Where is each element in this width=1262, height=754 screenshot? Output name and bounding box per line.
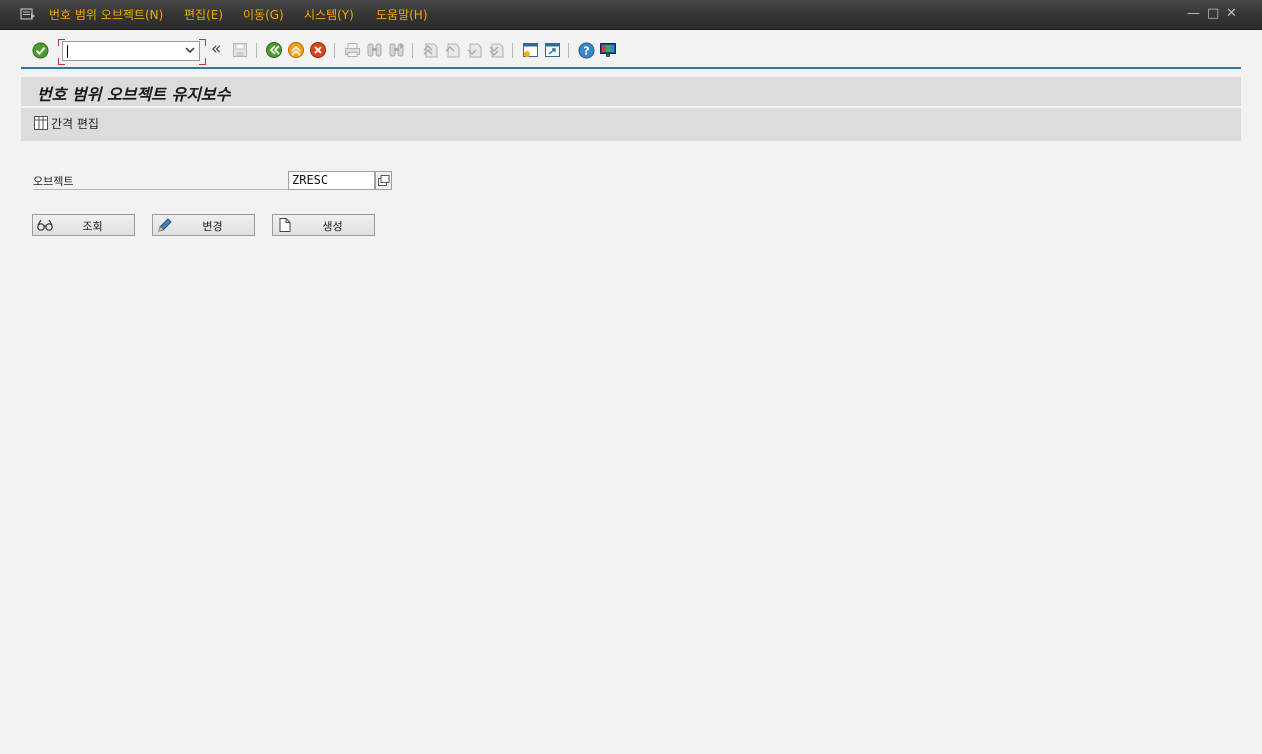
value-help-icon [378, 175, 390, 186]
focus-corner [58, 39, 65, 46]
exit-icon[interactable] [286, 40, 306, 60]
change-button-label: 변경 [202, 220, 223, 233]
focus-corner [199, 58, 206, 65]
text-caret [67, 45, 68, 58]
enter-icon[interactable] [30, 40, 50, 60]
system-menu-icon[interactable] [20, 7, 36, 21]
interval-edit-label: 간격 편집 [51, 116, 99, 131]
value-help-button[interactable] [375, 171, 392, 190]
collapse-command-field-button[interactable]: « [211, 39, 221, 59]
menu-goto[interactable]: 이동(G) [243, 6, 284, 23]
minimize-button[interactable]: — [1187, 6, 1200, 21]
layout-menu-icon[interactable] [598, 40, 618, 60]
print-icon[interactable] [342, 40, 362, 60]
menu-number-range-object[interactable]: 번호 범위 오브젝트(N) [49, 6, 163, 23]
last-page-icon[interactable] [486, 40, 506, 60]
find-next-icon[interactable] [386, 40, 406, 60]
new-session-icon[interactable] [520, 40, 540, 60]
first-page-icon[interactable] [420, 40, 440, 60]
restore-button[interactable]: □ [1207, 6, 1219, 21]
title-bar: 번호 범위 오브젝트 유지보수 [21, 77, 1241, 106]
display-button[interactable]: 조회 [32, 214, 135, 236]
focus-corner [199, 39, 206, 46]
interval-edit-button[interactable]: 간격 편집 [34, 115, 99, 131]
menu-system[interactable]: 시스템(Y) [304, 6, 354, 23]
toolbar-separator [568, 43, 569, 58]
toolbar-divider [21, 67, 1241, 69]
back-icon[interactable] [264, 40, 284, 60]
svg-text:?: ? [583, 44, 589, 57]
toolbar-separator [334, 43, 335, 58]
table-grid-icon [34, 116, 48, 130]
menu-bar: 번호 범위 오브젝트(N) 편집(E) 이동(G) 시스템(Y) 도움말(H) … [0, 0, 1262, 30]
create-button[interactable]: 생성 [272, 214, 375, 236]
menu-help[interactable]: 도움말(H) [376, 6, 428, 23]
object-input[interactable]: ZRESC [288, 171, 375, 190]
toolbar-separator [256, 43, 257, 58]
cancel-icon[interactable] [308, 40, 328, 60]
focus-corner [58, 58, 65, 65]
toolbar-separator [512, 43, 513, 58]
next-page-icon[interactable] [464, 40, 484, 60]
chevron-down-icon[interactable] [185, 45, 195, 55]
change-button[interactable]: 변경 [152, 214, 255, 236]
command-field[interactable] [62, 41, 200, 61]
menu-edit[interactable]: 편집(E) [184, 6, 223, 23]
create-button-label: 생성 [322, 220, 343, 233]
help-icon[interactable]: ? [576, 40, 596, 60]
save-icon[interactable] [230, 40, 250, 60]
application-toolbar: 간격 편집 [21, 108, 1241, 141]
page-title: 번호 범위 오브젝트 유지보수 [37, 85, 231, 104]
standard-toolbar: « ? [0, 30, 1262, 68]
display-button-label: 조회 [82, 220, 103, 233]
shortcut-icon[interactable] [542, 40, 562, 60]
find-icon[interactable] [364, 40, 384, 60]
toolbar-separator [412, 43, 413, 58]
close-window-button[interactable]: ✕ [1226, 6, 1237, 21]
previous-page-icon[interactable] [442, 40, 462, 60]
object-label: 오브젝트 [33, 173, 288, 190]
